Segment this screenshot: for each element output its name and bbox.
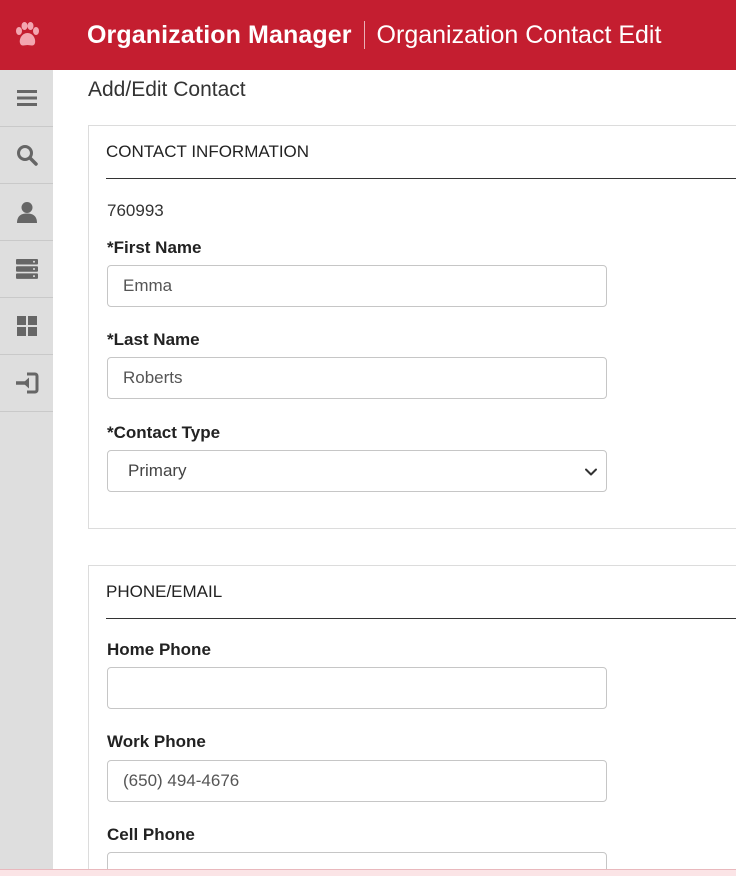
top-header-bar: Organization Manager Organization Contac… bbox=[0, 0, 736, 70]
work-phone-input[interactable] bbox=[107, 760, 607, 802]
page-title: Add/Edit Contact bbox=[88, 78, 246, 101]
work-phone-label: Work Phone bbox=[107, 732, 206, 751]
menu-icon bbox=[16, 90, 37, 106]
sign-in-icon bbox=[15, 372, 38, 394]
contact-information-panel: CONTACT INFORMATION 760993 *First Name *… bbox=[88, 125, 736, 529]
last-name-input[interactable] bbox=[107, 357, 607, 399]
sidebar-item-sign-in[interactable] bbox=[0, 355, 53, 412]
last-name-label: *Last Name bbox=[107, 330, 200, 349]
bottom-strip bbox=[0, 869, 736, 876]
phone-email-panel: PHONE/EMAIL Home Phone Work Phone Cell P… bbox=[88, 565, 736, 876]
app-title[interactable]: Organization Manager bbox=[87, 21, 352, 50]
main-content: Add/Edit Contact CONTACT INFORMATION 760… bbox=[53, 70, 736, 876]
title-separator bbox=[363, 21, 365, 49]
paw-icon[interactable] bbox=[0, 0, 53, 70]
phone-email-header: PHONE/EMAIL bbox=[106, 566, 736, 619]
sidebar-item-server[interactable] bbox=[0, 241, 53, 298]
contact-id: 760993 bbox=[107, 201, 164, 220]
user-icon bbox=[16, 202, 37, 223]
contact-type-selected-value: Primary bbox=[128, 461, 187, 480]
home-phone-label: Home Phone bbox=[107, 640, 211, 659]
server-icon bbox=[15, 259, 38, 279]
contact-type-select[interactable]: Primary bbox=[107, 450, 607, 492]
sidebar-item-search[interactable] bbox=[0, 127, 53, 184]
chevron-down-icon bbox=[585, 468, 597, 476]
cell-phone-label: Cell Phone bbox=[107, 825, 195, 844]
sidebar-item-menu[interactable] bbox=[0, 70, 53, 127]
first-name-input[interactable] bbox=[107, 265, 607, 307]
contact-type-label: *Contact Type bbox=[107, 423, 221, 442]
page-subtitle: Organization Contact Edit bbox=[376, 20, 662, 49]
first-name-label: *First Name bbox=[107, 238, 202, 257]
dashboard-icon bbox=[16, 316, 37, 336]
contact-information-header: CONTACT INFORMATION bbox=[106, 126, 736, 179]
home-phone-input[interactable] bbox=[107, 667, 607, 709]
sidebar-item-user[interactable] bbox=[0, 184, 53, 241]
search-icon bbox=[16, 145, 38, 166]
sidebar-item-dashboard[interactable] bbox=[0, 298, 53, 355]
sidebar bbox=[0, 70, 53, 876]
